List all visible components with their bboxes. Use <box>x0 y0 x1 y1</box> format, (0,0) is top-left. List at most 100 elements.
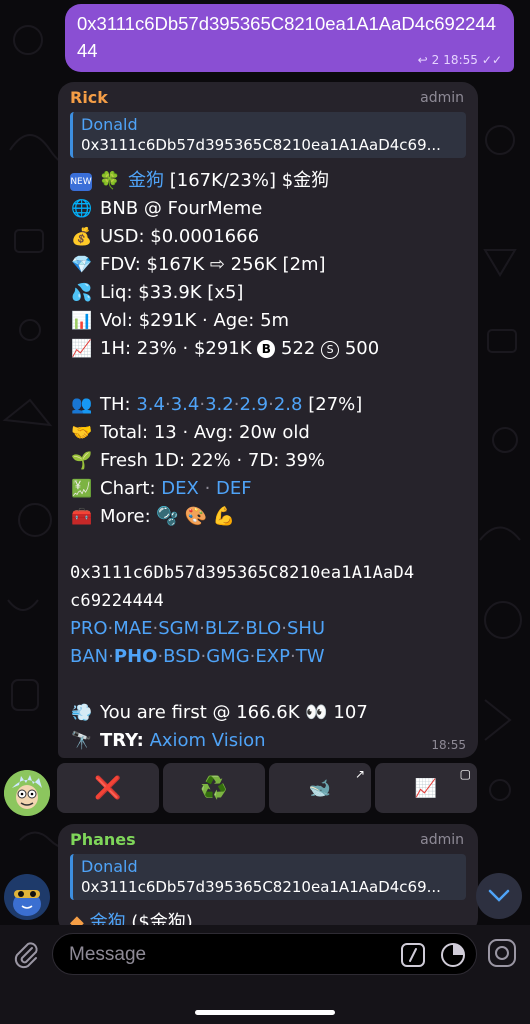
contract-address-line-2[interactable]: c69224444 <box>70 587 470 615</box>
first-text: You are first @ 166.6K <box>100 702 306 723</box>
dash-icon: 💨 <box>71 703 93 723</box>
link-blz[interactable]: BLZ <box>205 618 240 639</box>
whale-link-button[interactable]: 🐋 ↗ <box>269 763 371 813</box>
chart-link-def[interactable]: DEF <box>216 478 252 499</box>
contract-address-line-1[interactable]: 0x3111c6Db57d395365C8210ea1A1AaD4 <box>70 559 470 587</box>
sticker-icon[interactable] <box>440 942 466 968</box>
vol-line: 📊 Vol: $291K · Age: 5m <box>70 307 470 335</box>
chart-app-button[interactable]: 📈 ▢ <box>375 763 477 813</box>
fdv-line: 💎 FDV: $167K ⇨ 256K [2m] <box>70 251 470 279</box>
more-line: 🧰 More: 🫧 🎨 💪 <box>70 503 470 531</box>
th-link-3[interactable]: 3.2 <box>205 394 234 415</box>
external-link-icon: ↗ <box>354 767 365 781</box>
fresh-text: Fresh 1D: 22% · 7D: 39% <box>100 450 326 471</box>
bot-command-icon[interactable] <box>400 942 426 968</box>
bar-chart-icon: 📊 <box>71 311 93 331</box>
message-time: 18:55 <box>431 738 466 752</box>
chain-line: 🌐 BNB @ FourMeme <box>70 195 470 223</box>
th-label: TH: <box>100 394 131 415</box>
video-message-icon[interactable] <box>486 937 518 969</box>
bot-avatar-phanes[interactable] <box>4 874 50 920</box>
muscle-link-icon[interactable]: 💪 <box>213 506 235 527</box>
buys-count: 522 <box>281 338 316 359</box>
link-ban[interactable]: BAN <box>70 646 108 667</box>
cancel-button[interactable]: ❌ <box>57 763 159 813</box>
usd-line: 💰 USD: $0.0001666 <box>70 223 470 251</box>
th-link-5[interactable]: 2.8 <box>274 394 303 415</box>
clover-icon: 🍀 <box>99 171 121 191</box>
bubbles-link-icon[interactable]: 🫧 <box>156 506 178 527</box>
th-line: 👥 TH: 3.4·3.4·3.2·2.9·2.8 [27%] <box>70 391 470 419</box>
home-indicator <box>195 1010 335 1015</box>
try-link[interactable]: Axiom Vision <box>150 730 266 751</box>
chart-yen-icon: 💹 <box>71 479 93 499</box>
token-name-link[interactable]: 金狗 <box>128 170 164 191</box>
th-link-4[interactable]: 2.9 <box>239 394 268 415</box>
scroll-down-button[interactable] <box>476 873 522 919</box>
webapp-icon: ▢ <box>459 767 471 781</box>
sender-role: admin <box>420 832 464 848</box>
link-mae[interactable]: MAE <box>113 618 152 639</box>
chart-link-dex[interactable]: DEX <box>161 478 199 499</box>
outgoing-message[interactable]: 0x3111c6Db57d395365C8210ea1A1AaD4c692244… <box>65 4 514 72</box>
reply-quote-text: 0x3111c6Db57d395365C8210ea1A1AaD4c69... <box>81 878 441 896</box>
liq-text: Liq: $33.9K [x5] <box>100 282 244 303</box>
droplets-icon: 💦 <box>71 283 93 303</box>
try-line: 🔭 TRY: Axiom Vision <box>70 727 470 755</box>
chain-text: BNB @ FourMeme <box>100 198 263 219</box>
link-pro[interactable]: PRO <box>70 618 108 639</box>
hour-text: 1H: 23% · $291K <box>100 338 258 359</box>
links-row-2: BAN·PHO·BSD·GMG·EXP·TW <box>70 646 325 667</box>
link-exp[interactable]: EXP <box>255 646 290 667</box>
message-input-box <box>52 933 477 975</box>
palette-link-icon[interactable]: 🎨 <box>185 506 207 527</box>
composer-bar <box>0 925 530 1024</box>
th-link-1[interactable]: 3.4 <box>136 394 165 415</box>
link-bsd[interactable]: BSD <box>163 646 200 667</box>
links-row-1: PRO·MAE·SGM·BLZ·BLO·SHU <box>70 618 326 639</box>
reply-quote[interactable]: Donald 0x3111c6Db57d395365C8210ea1A1AaD4… <box>70 854 466 900</box>
token-headline: NEW 🍀 金狗 [167K/23%] $金狗 <box>70 167 470 195</box>
link-blo[interactable]: BLO <box>245 618 281 639</box>
link-pho[interactable]: PHO <box>114 646 158 667</box>
money-bag-icon: 💰 <box>71 227 93 247</box>
fresh-line: 🌱 Fresh 1D: 22% · 7D: 39% <box>70 447 470 475</box>
reply-quote-text: 0x3111c6Db57d395365C8210ea1A1AaD4c69... <box>81 136 441 154</box>
recycle-icon: ♻️ <box>200 775 228 801</box>
sender-role: admin <box>420 90 464 106</box>
sender-name[interactable]: Phanes <box>70 830 136 849</box>
buys-icon: B <box>257 340 276 358</box>
incoming-message-phanes[interactable]: Phanes admin Donald 0x3111c6Db57d395365C… <box>58 824 478 934</box>
link-sgm[interactable]: SGM <box>158 618 199 639</box>
reply-count: 2 <box>431 53 440 67</box>
diamond-icon: 💎 <box>71 255 93 275</box>
message-time: 18:55 <box>443 53 478 67</box>
link-tw[interactable]: TW <box>296 646 325 667</box>
more-label: More: <box>100 506 151 527</box>
people-icon: 👥 <box>71 395 93 415</box>
link-shu[interactable]: SHU <box>287 618 325 639</box>
chevron-down-icon <box>488 889 510 902</box>
reply-arrow-icon: ↩ <box>417 53 428 67</box>
sender-name[interactable]: Rick <box>70 88 108 107</box>
first-count: 107 <box>333 702 368 723</box>
th-link-2[interactable]: 3.4 <box>171 394 200 415</box>
eyes-icon: 👀 <box>305 702 328 723</box>
paperclip-icon[interactable] <box>10 939 42 971</box>
vol-text: Vol: $291K · Age: 5m <box>100 310 290 331</box>
reply-quote[interactable]: Donald 0x3111c6Db57d395365C8210ea1A1AaD4… <box>70 112 466 158</box>
fdv-text: FDV: $167K ⇨ 256K [2m] <box>100 254 326 275</box>
globe-icon: 🌐 <box>71 199 93 219</box>
reply-quote-name: Donald <box>81 115 138 134</box>
message-input[interactable] <box>67 942 381 968</box>
bot-avatar-rick[interactable] <box>4 770 50 816</box>
chart-line: 💹 Chart: DEX · DEF <box>70 475 470 503</box>
link-gmg[interactable]: GMG <box>206 646 249 667</box>
refresh-button[interactable]: ♻️ <box>163 763 265 813</box>
toolbox-icon: 🧰 <box>71 507 93 527</box>
incoming-message-rick[interactable]: Rick admin Donald 0x3111c6Db57d395365C82… <box>58 82 478 758</box>
sells-icon: S <box>321 341 340 359</box>
th-total: [27%] <box>308 394 363 415</box>
chart-label: Chart: <box>100 478 156 499</box>
inline-keyboard: ❌ ♻️ 🐋 ↗ 📈 ▢ <box>57 763 477 813</box>
